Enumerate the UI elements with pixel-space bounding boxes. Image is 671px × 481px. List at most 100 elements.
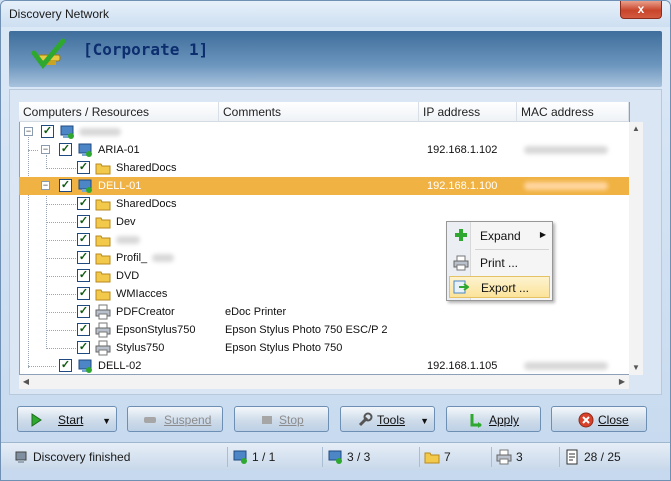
start-label: Start [58,413,84,427]
tree-row-share[interactable]: ✓ SharedDocs [19,159,629,177]
computer-name: ARIA-01 [98,144,140,156]
row-checkbox[interactable]: ✓ [77,161,90,174]
folder-icon [95,217,111,229]
row-checkbox[interactable]: ✓ [77,269,90,282]
hosts-count: 3 / 3 [347,450,371,464]
computer-name: DELL-01 [98,180,142,192]
row-checkbox[interactable]: ✓ [77,305,90,318]
tools-button[interactable]: Tools ▼ [340,406,435,432]
vertical-scrollbar[interactable]: ▲ ▼ [629,122,643,375]
tree-row-computer-selected[interactable]: − ✓ DELL-01 192.168.1.100 [19,177,629,195]
suspend-label: Suspend [164,413,212,427]
row-checkbox[interactable]: ✓ [77,341,90,354]
dropdown-arrow-icon[interactable]: ▼ [420,416,429,426]
printer-icon [95,340,111,356]
status-bar: Discovery finished 1 / 1 3 / 3 7 3 28 / … [1,442,670,470]
row-checkbox[interactable]: ✓ [77,287,90,300]
tree-row-computer[interactable]: ✓ DELL-02 192.168.1.105 [19,357,629,375]
tree-line [46,222,76,223]
window-close-button[interactable]: x [620,1,662,19]
page-title: [Corporate 1] [83,40,209,59]
column-header: Computers / Resources Comments IP addres… [19,102,629,122]
folder-icon [95,235,111,247]
computer-icon [78,143,92,157]
menu-item-label: Expand [480,229,521,243]
host-icon [328,450,342,464]
tree-line [46,348,76,349]
column-comments[interactable]: Comments [219,102,419,122]
printer-name: EpsonStylus750 [116,324,196,336]
share-name: SharedDocs [116,162,177,174]
tree-row-printer[interactable]: ✓ PDFCreator eDoc Printer [19,303,629,321]
row-checkbox[interactable]: ✓ [77,215,90,228]
mac-address-redacted [524,146,608,154]
tree-line [46,204,76,205]
menu-item-expand[interactable]: Expand ▶ [449,225,550,247]
document-icon [566,449,578,465]
tree-line [46,276,76,277]
menu-item-export[interactable]: Export ... [449,276,550,298]
row-checkbox[interactable]: ✓ [77,233,90,246]
row-checkbox[interactable]: ✓ [59,143,72,156]
submenu-arrow-icon: ▶ [539,230,546,239]
dropdown-arrow-icon[interactable]: ▼ [102,416,111,426]
folder-icon [95,199,111,211]
printer-comment: Epson Stylus Photo 750 ESC/P 2 [225,324,388,336]
printer-name: PDFCreator [116,306,175,318]
stop-icon [262,416,272,424]
tree-row-share[interactable]: ✓ SharedDocs [19,195,629,213]
close-label: Close [598,413,629,427]
ip-address: 192.168.1.105 [427,360,498,372]
column-ip-address[interactable]: IP address [419,102,517,122]
printers-count: 3 [516,450,523,464]
folder-icon [95,253,111,265]
share-name: WMIacces [116,288,168,300]
ip-address: 192.168.1.100 [427,180,498,192]
status-hosts: 3 / 3 [322,447,416,467]
computer-name: DELL-02 [98,360,142,372]
tree-row-printer[interactable]: ✓ Stylus750 Epson Stylus Photo 750 [19,339,629,357]
apply-button[interactable]: Apply [446,406,541,432]
network-check-icon [31,38,66,70]
row-checkbox[interactable]: ✓ [59,179,72,192]
share-name: SharedDocs [116,198,177,210]
close-button[interactable]: Close [551,406,647,432]
printer-icon [95,304,111,320]
row-checkbox[interactable]: ✓ [77,251,90,264]
computer-icon [78,179,92,193]
start-button[interactable]: Start ▼ [17,406,117,432]
scroll-right-icon[interactable]: ▶ [615,375,629,389]
stop-button[interactable]: Stop [234,406,329,432]
scroll-up-icon[interactable]: ▲ [629,122,643,136]
tree-line [46,258,76,259]
row-checkbox[interactable]: ✓ [59,359,72,372]
tree-row-root[interactable]: − ✓ [19,123,629,141]
context-menu: Expand ▶ Print ... Export ... [446,221,553,301]
menu-item-print[interactable]: Print ... [449,252,550,274]
play-icon [31,413,42,427]
menu-item-label: Print ... [480,256,519,270]
collapse-toggle[interactable]: − [41,145,50,154]
printer-icon [453,255,469,271]
printer-icon [95,322,111,338]
row-checkbox[interactable]: ✓ [41,125,54,138]
suspend-button[interactable]: Suspend [127,406,223,432]
computer-icon [78,359,92,373]
status-computers: 1 / 1 [227,447,319,467]
column-computers[interactable]: Computers / Resources [19,102,219,122]
scroll-down-icon[interactable]: ▼ [629,361,643,375]
horizontal-scrollbar[interactable]: ◀ ▶ [19,375,629,389]
scroll-left-icon[interactable]: ◀ [19,375,33,389]
window-title: Discovery Network [9,7,110,21]
folder-icon [424,452,440,464]
row-checkbox[interactable]: ✓ [77,197,90,210]
discovery-window: Discovery Network x [Corporate 1] Comput… [0,0,671,481]
column-mac-address[interactable]: MAC address [517,102,629,122]
status-total: 28 / 25 [559,447,663,467]
printer-name: Stylus750 [116,342,165,354]
tree-row-printer[interactable]: ✓ EpsonStylus750 Epson Stylus Photo 750 … [19,321,629,339]
row-checkbox[interactable]: ✓ [77,323,90,336]
tree-row-computer[interactable]: − ✓ ARIA-01 192.168.1.102 [19,141,629,159]
collapse-toggle[interactable]: − [41,181,50,190]
collapse-toggle[interactable]: − [24,127,33,136]
